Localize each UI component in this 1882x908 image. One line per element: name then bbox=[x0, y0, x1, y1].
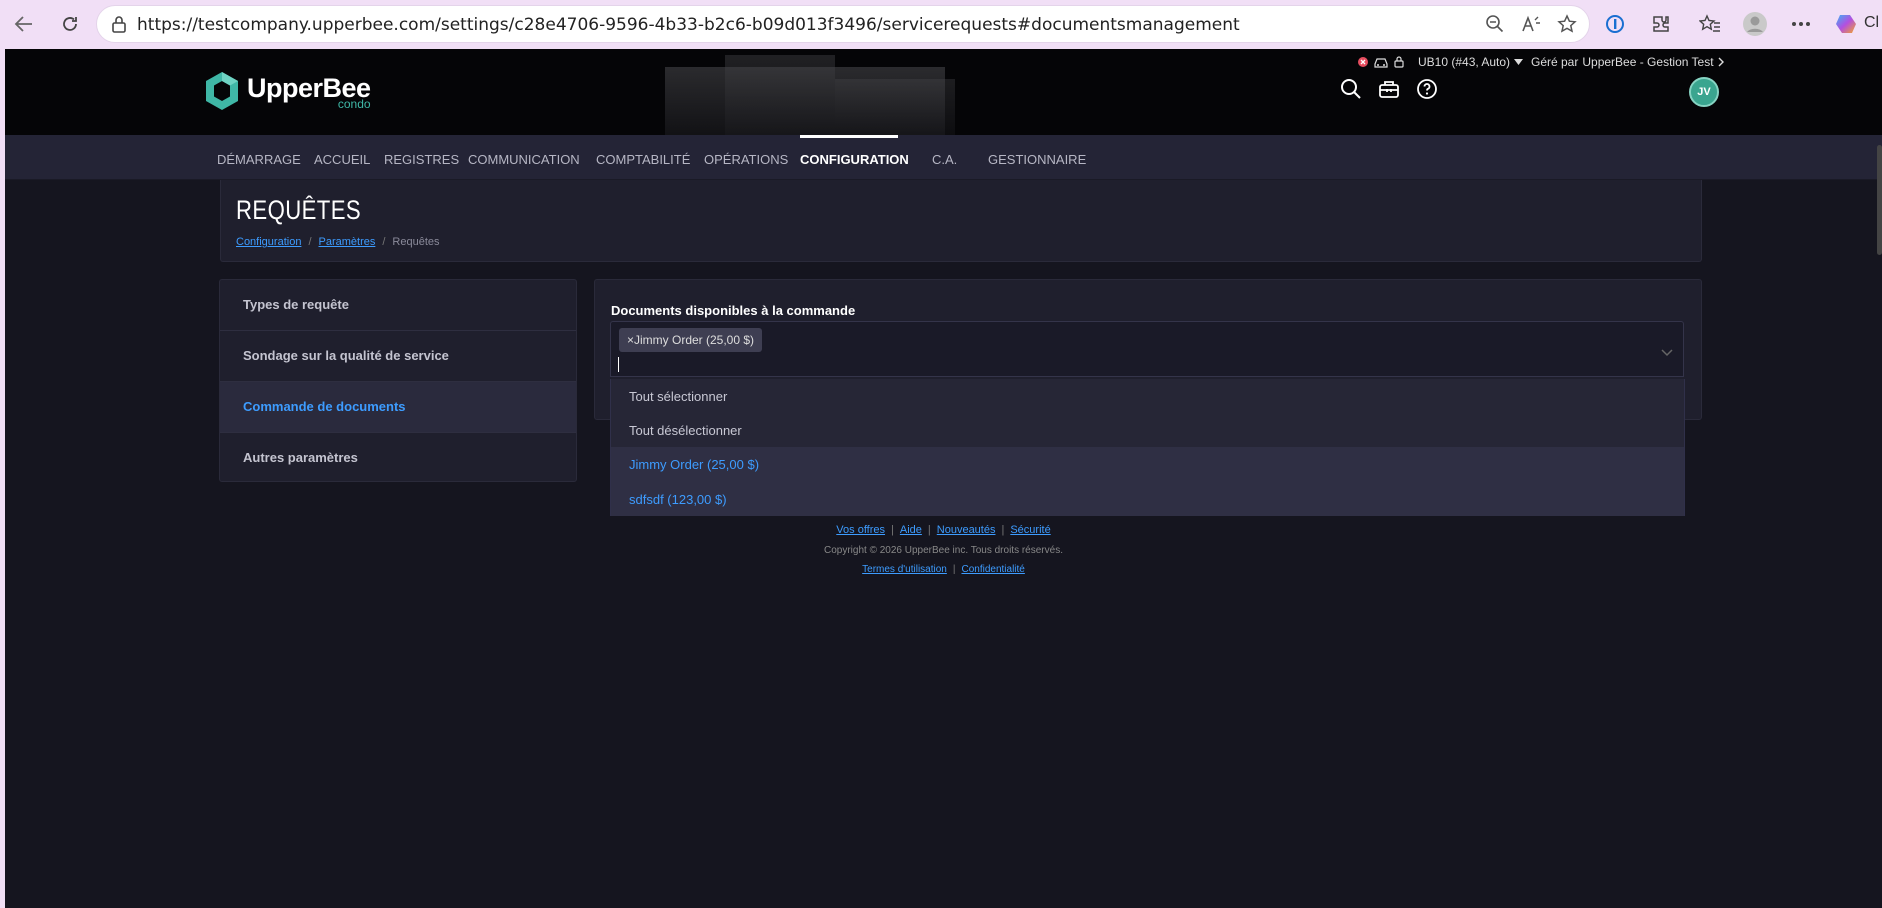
option-sdfsdf[interactable]: sdfsdf (123,00 $) bbox=[611, 482, 1684, 516]
read-aloud-icon[interactable] bbox=[1519, 12, 1543, 36]
hexagon-logo-icon bbox=[206, 72, 238, 110]
nav-demarrage[interactable]: Démarrage bbox=[217, 152, 301, 167]
footer-link-terms[interactable]: Termes d'utilisation bbox=[862, 564, 947, 575]
unit-selector-label: UB10 (#43, Auto) bbox=[1418, 55, 1511, 69]
url-text[interactable]: https://testcompany.upperbee.com/setting… bbox=[137, 15, 1240, 35]
header-banner: UpperBee condo UB10 (#43, Auto) Géré par… bbox=[5, 49, 1882, 135]
zoom-out-icon[interactable] bbox=[1483, 12, 1507, 36]
managed-by-prefix: Géré par bbox=[1531, 55, 1579, 69]
documents-multiselect[interactable]: ×Jimmy Order (25,00 $) bbox=[610, 321, 1684, 377]
caret-down-icon bbox=[1514, 59, 1524, 65]
main-nav: Démarrage Accueil Registres Communicatio… bbox=[5, 135, 1882, 180]
nav-communication[interactable]: Communication bbox=[468, 152, 580, 167]
chevron-right-icon bbox=[1718, 57, 1724, 67]
nav-ca[interactable]: C.A. bbox=[932, 152, 957, 167]
option-jimmy-order[interactable]: Jimmy Order (25,00 $) bbox=[611, 447, 1684, 482]
footer-legal-links: Termes d'utilisation | Confidentialité bbox=[862, 564, 1025, 575]
nav-active-indicator bbox=[800, 135, 898, 138]
chevron-down-icon[interactable] bbox=[1661, 344, 1673, 362]
breadcrumb-current: Requêtes bbox=[392, 236, 440, 248]
unit-selector[interactable]: UB10 (#43, Auto) bbox=[1418, 55, 1524, 69]
nav-configuration[interactable]: Configuration bbox=[800, 152, 909, 167]
managed-by-name: UpperBee - Gestion Test bbox=[1582, 55, 1714, 69]
documents-dropdown-menu: Tout sélectionner Tout désélectionner Ji… bbox=[610, 379, 1685, 516]
breadcrumb: Configuration / Paramètres / Requêtes bbox=[236, 236, 440, 248]
footer-link-securite[interactable]: Sécurité bbox=[1010, 524, 1050, 536]
nav-operations[interactable]: Opérations bbox=[704, 152, 788, 167]
address-bar[interactable]: https://testcompany.upperbee.com/setting… bbox=[96, 5, 1590, 43]
breadcrumb-configuration[interactable]: Configuration bbox=[236, 236, 301, 248]
text-caret bbox=[618, 357, 619, 372]
sidebar-item-types-de-requete[interactable]: Types de requête bbox=[220, 280, 576, 331]
footer-link-vos-offres[interactable]: Vos offres bbox=[836, 524, 885, 536]
footer-link-nouveautes[interactable]: Nouveautés bbox=[937, 524, 996, 536]
help-icon[interactable] bbox=[1415, 77, 1439, 101]
refresh-icon[interactable] bbox=[54, 8, 86, 40]
documents-field-label: Documents disponibles à la commande bbox=[611, 303, 856, 318]
site-info-icon[interactable] bbox=[107, 12, 131, 36]
user-avatar[interactable]: JV bbox=[1689, 77, 1719, 107]
lock-icon bbox=[1394, 56, 1404, 68]
search-icon[interactable] bbox=[1339, 77, 1363, 101]
more-options-icon[interactable] bbox=[1785, 8, 1817, 40]
error-status-icon bbox=[1358, 56, 1368, 67]
settings-sidebar: Types de requête Sondage sur la qualité … bbox=[219, 279, 577, 482]
banner-building bbox=[835, 79, 955, 135]
footer-links: Vos offres | Aide | Nouveautés | Sécurité bbox=[836, 524, 1051, 536]
breadcrumb-parametres[interactable]: Paramètres bbox=[319, 236, 376, 248]
back-icon[interactable] bbox=[8, 8, 40, 40]
nav-accueil[interactable]: Accueil bbox=[314, 152, 370, 167]
browser-chrome: https://testcompany.upperbee.com/setting… bbox=[0, 0, 1882, 48]
page-title: REQUÊTES bbox=[236, 195, 362, 225]
nav-gestionnaire[interactable]: Gestionnaire bbox=[988, 152, 1086, 167]
upperbee-logo[interactable]: UpperBee condo bbox=[203, 70, 371, 114]
favorite-star-icon[interactable] bbox=[1555, 12, 1579, 36]
sidebar-item-sondage[interactable]: Sondage sur la qualité de service bbox=[220, 331, 576, 382]
copilot-icon[interactable] bbox=[1831, 8, 1863, 40]
nav-registres[interactable]: Registres bbox=[384, 152, 459, 167]
favorites-icon[interactable] bbox=[1694, 8, 1726, 40]
managed-by[interactable]: Géré par UpperBee - Gestion Test bbox=[1531, 55, 1725, 69]
option-select-all[interactable]: Tout sélectionner bbox=[611, 379, 1684, 413]
unit-status-area bbox=[1357, 55, 1405, 68]
footer-link-aide[interactable]: Aide bbox=[900, 524, 922, 536]
selected-tag-jimmy-order[interactable]: ×Jimmy Order (25,00 $) bbox=[619, 328, 763, 352]
banner-building bbox=[725, 55, 835, 135]
sidebar-item-autres-parametres[interactable]: Autres paramètres bbox=[220, 433, 576, 481]
option-deselect-all[interactable]: Tout désélectionner bbox=[611, 413, 1684, 447]
footer-copyright: Copyright © 2026 UpperBee inc. Tous droi… bbox=[824, 545, 1063, 556]
footer-link-privacy[interactable]: Confidentialité bbox=[961, 564, 1024, 575]
nav-comptabilite[interactable]: Comptabilité bbox=[596, 152, 690, 167]
profile-icon[interactable] bbox=[1739, 8, 1771, 40]
password-manager-icon[interactable] bbox=[1599, 8, 1631, 40]
page-header-card: REQUÊTES Configuration / Paramètres / Requêt… bbox=[220, 180, 1702, 262]
extensions-icon[interactable] bbox=[1645, 8, 1677, 40]
toolbox-icon[interactable] bbox=[1377, 77, 1401, 101]
edge-sidebar-label: Cl bbox=[1864, 14, 1880, 31]
car-icon bbox=[1374, 57, 1388, 68]
page-scrollbar[interactable] bbox=[1877, 145, 1882, 255]
sidebar-item-commande-de-documents[interactable]: Commande de documents bbox=[220, 382, 576, 433]
